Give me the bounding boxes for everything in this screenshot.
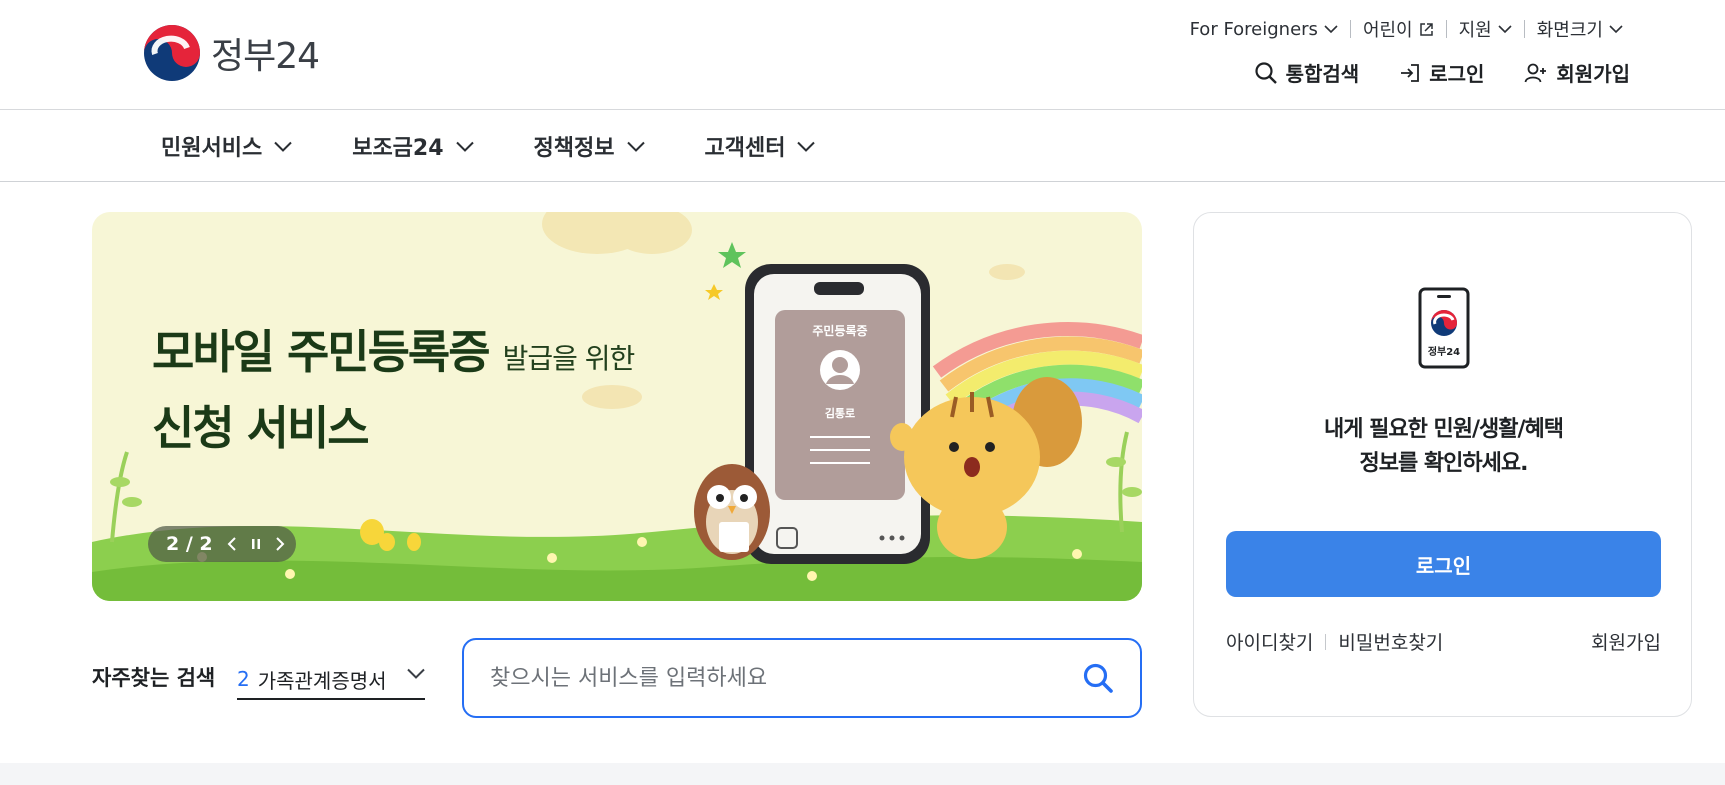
- chevron-down-icon: [407, 668, 425, 679]
- util-label: For Foreigners: [1189, 18, 1318, 40]
- account-links: 아이디찾기 비밀번호찾기 회원가입: [1226, 628, 1661, 655]
- frequent-value: 가족관계증명서: [257, 668, 387, 693]
- next-section-band: [0, 763, 1725, 785]
- login-button[interactable]: 로그인: [1226, 531, 1661, 597]
- find-password-link[interactable]: 비밀번호찾기: [1338, 628, 1443, 655]
- banner-card-title: 주민등록증: [812, 324, 868, 338]
- gnb-item-policy-info[interactable]: 정책정보: [534, 130, 645, 162]
- find-id-link[interactable]: 아이디찾기: [1226, 628, 1313, 655]
- util-kids[interactable]: 어린이: [1351, 16, 1446, 42]
- chevron-down-icon: [274, 141, 292, 152]
- main-banner[interactable]: 모바일 주민등록증 발급을 위한 신청 서비스 주민등록증 김통로 2 / 2: [92, 212, 1142, 601]
- banner-title-line2: 신청 서비스: [152, 401, 370, 455]
- login-link[interactable]: 로그인: [1399, 58, 1484, 87]
- util-label: 지원: [1458, 20, 1492, 41]
- gnb-label: 정책정보: [533, 136, 615, 161]
- util-support[interactable]: 지원: [1447, 16, 1524, 42]
- chevron-down-icon: [626, 141, 645, 152]
- util-screen-size[interactable]: 화면크기: [1525, 16, 1635, 42]
- prev-slide-button[interactable]: [227, 536, 237, 552]
- login-card-message: 내게 필요한 민원/생활/혜택 정보를 확인하세요.: [1194, 413, 1693, 481]
- banner-card-name: 김통로: [824, 407, 856, 420]
- global-navigation: 민원서비스 보조금24 정책정보 고객센터: [0, 110, 1725, 182]
- pager-count: 2 / 2: [166, 533, 213, 555]
- search-icon: [1083, 663, 1113, 693]
- mainlink-label: 통합검색: [1285, 62, 1360, 86]
- login-card: 정부24 내게 필요한 민원/생활/혜택 정보를 확인하세요. 로그인 아이디찾…: [1193, 212, 1692, 717]
- mainlink-label: 회원가입: [1556, 62, 1630, 86]
- frequent-search-select[interactable]: 2 가족관계증명서: [237, 660, 425, 700]
- gnb-item-customer-center[interactable]: 고객센터: [705, 130, 816, 162]
- user-add-icon: [1524, 63, 1547, 82]
- chevron-down-icon: [1324, 25, 1338, 34]
- site-logo[interactable]: 정부24: [143, 24, 320, 82]
- gnb-label: 보조금24: [352, 136, 444, 161]
- logo-text: 정부24: [211, 36, 320, 77]
- gnb-label: 고객센터: [704, 136, 786, 161]
- gnb-item-civil-service[interactable]: 민원서비스: [161, 130, 292, 162]
- util-label: 어린이: [1362, 20, 1413, 41]
- chevron-down-icon: [1609, 25, 1623, 34]
- gnb-label: 민원서비스: [161, 136, 263, 161]
- chevron-left-icon: [227, 537, 236, 551]
- external-link-icon: [1419, 22, 1433, 36]
- util-label: 화면크기: [1536, 20, 1603, 41]
- banner-title: 모바일 주민등록증 발급을 위한 신청 서비스: [152, 316, 636, 458]
- chevron-down-icon: [797, 141, 816, 152]
- search-icon: [1254, 61, 1277, 84]
- search-submit-button[interactable]: [1082, 662, 1114, 698]
- service-search-box: [462, 638, 1142, 718]
- signup-link[interactable]: 회원가입: [1591, 628, 1661, 655]
- utility-menu: For Foreigners 어린이 지원 화면크기: [1178, 16, 1635, 42]
- next-slide-button[interactable]: [275, 536, 285, 552]
- mainlink-label: 로그인: [1429, 62, 1485, 86]
- banner-title-big: 모바일 주민등록증: [152, 325, 491, 379]
- chevron-down-icon: [1498, 25, 1512, 34]
- site-header: 정부24 For Foreigners 어린이 지원 화면크기 통합검색 로그인…: [0, 0, 1725, 110]
- chevron-down-icon: [455, 141, 474, 152]
- gnb-item-subsidy24[interactable]: 보조금24: [352, 130, 474, 162]
- frequent-search-label: 자주찾는 검색: [92, 666, 216, 690]
- banner-pager: 2 / 2: [148, 526, 296, 562]
- pause-icon: [251, 539, 260, 549]
- banner-title-small: 발급을 위한: [502, 342, 636, 375]
- divider: [1325, 633, 1327, 650]
- chevron-right-icon: [275, 537, 285, 551]
- integrated-search-link[interactable]: 통합검색: [1254, 58, 1360, 87]
- frequent-rank: 2: [237, 667, 250, 691]
- pause-slide-button[interactable]: [251, 537, 261, 551]
- message-line2: 정보를 확인하세요.: [1359, 451, 1529, 476]
- service-search-input[interactable]: [490, 665, 1050, 691]
- message-line1: 내게 필요한 민원/생활/혜택: [1323, 417, 1564, 442]
- util-for-foreigners[interactable]: For Foreigners: [1178, 19, 1350, 40]
- taegeuk-logo-icon: [144, 25, 200, 81]
- card-icon-caption: 정부24: [1427, 347, 1461, 358]
- signup-link[interactable]: 회원가입: [1524, 58, 1630, 87]
- main-links: 통합검색 로그인 회원가입: [1254, 58, 1630, 87]
- login-icon: [1401, 63, 1420, 82]
